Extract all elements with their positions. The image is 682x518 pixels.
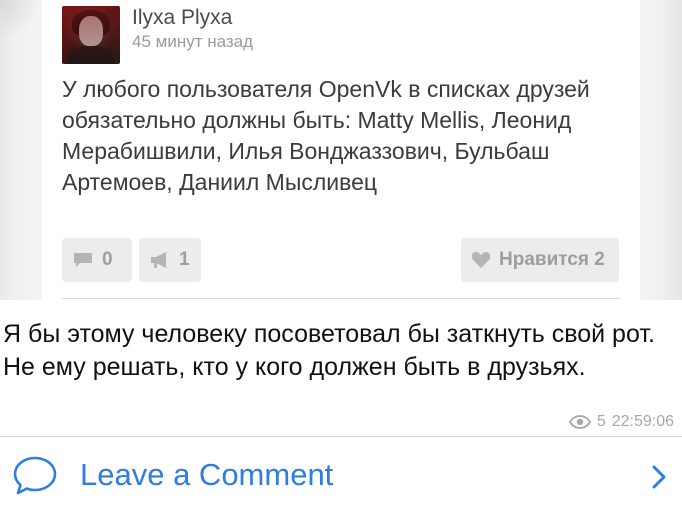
heart-icon — [471, 251, 491, 268]
comments-count: 0 — [102, 249, 113, 270]
leave-comment-row[interactable]: Leave a Comment — [0, 437, 682, 518]
speech-bubble-icon — [13, 456, 57, 495]
post-text: У любого пользователя OpenVk в списках д… — [62, 76, 590, 195]
screen: Ilyxa Plyxa 45 минут назад У любого поль… — [0, 0, 682, 518]
avatar[interactable] — [62, 6, 120, 64]
post-like-button[interactable]: Нравится 2 — [461, 238, 619, 282]
reposts-count: 1 — [179, 249, 190, 270]
message-text: Я бы этому человеку посоветовал бы заткн… — [3, 320, 655, 381]
eye-icon — [568, 415, 591, 429]
speech-bubble-icon — [74, 253, 92, 267]
post-comments-button[interactable]: 0 — [62, 238, 132, 282]
message-time: 22:59:06 — [611, 413, 674, 430]
avatar-tint — [62, 6, 120, 64]
post-card: Ilyxa Plyxa 45 минут назад У любого поль… — [42, 0, 640, 300]
post-time: 45 минут назад — [132, 32, 254, 51]
megaphone-icon — [151, 252, 166, 268]
post-author[interactable]: Ilyxa Plyxa — [132, 6, 232, 30]
views-count: 5 — [596, 413, 606, 430]
post-repost-button[interactable]: 1 — [139, 238, 201, 282]
likes-label: Нравится 2 — [499, 249, 605, 270]
chevron-right-icon[interactable] — [652, 465, 666, 489]
embedded-post-screenshot[interactable]: Ilyxa Plyxa 45 минут назад У любого поль… — [0, 0, 682, 300]
leave-comment-label[interactable]: Leave a Comment — [80, 457, 333, 493]
blur-shadow — [0, 0, 40, 40]
message-meta: 5 22:59:06 — [568, 413, 674, 431]
card-divider — [62, 298, 620, 299]
